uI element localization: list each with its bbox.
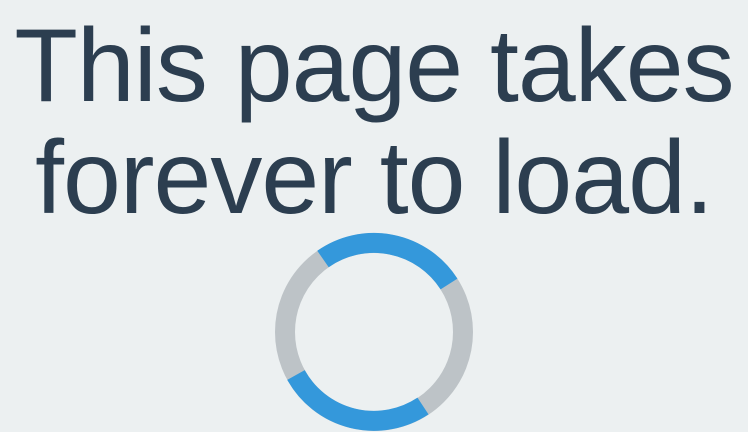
loading-message: This page takes forever to load. (0, 0, 748, 234)
loading-page: This page takes forever to load. (0, 0, 748, 432)
spinner-arc-bottom (287, 369, 429, 431)
spinner-arc-top (317, 232, 458, 290)
loading-message-line-1: This page takes (14, 8, 734, 124)
loading-spinner-icon (275, 232, 473, 431)
loading-message-line-2: forever to load. (35, 120, 714, 236)
